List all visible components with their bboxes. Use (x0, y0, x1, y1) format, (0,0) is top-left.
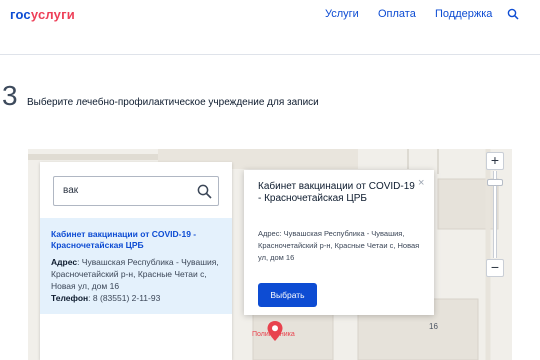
header: госуслуги Услуги Оплата Поддержка (0, 0, 540, 28)
nav-services[interactable]: Услуги (325, 8, 359, 20)
zoom-in-button[interactable]: + (486, 152, 504, 170)
header-divider (0, 54, 540, 55)
pin-label: Поликлиника (252, 331, 295, 338)
nav-payment[interactable]: Оплата (378, 8, 416, 20)
search-panel: вак Кабинет вакцинации от COVID-19 - Кра… (40, 162, 232, 360)
step-title: Выберите лечебно-профилактическое учрежд… (27, 97, 319, 108)
step-number: 3 (2, 80, 18, 111)
search-input[interactable]: вак (53, 176, 219, 206)
select-button[interactable]: Выбрать (258, 283, 317, 307)
result-title[interactable]: Кабинет вакцинации от COVID-19 - Красноч… (51, 229, 226, 251)
building-number: 16 (429, 322, 438, 331)
result-phone-value: : 8 (83551) 2-11-93 (88, 293, 161, 303)
logo-part-gos: гос (10, 7, 31, 22)
gosuslugi-logo[interactable]: госуслуги (10, 7, 75, 22)
result-address-value: : Чувашская Республика - Чувашия, Красно… (51, 257, 219, 291)
result-phone: Телефон: 8 (83551) 2-11-93 (51, 293, 160, 303)
result-address: Адрес: Чувашская Республика - Чувашия, К… (51, 256, 227, 292)
zoom-slider-handle[interactable] (487, 179, 503, 186)
search-icon[interactable] (507, 8, 519, 20)
popup-title: Кабинет вакцинации от COVID-19 - Красноч… (258, 181, 415, 204)
result-phone-label: Телефон (51, 293, 89, 303)
logo-part-uslugi: услуги (30, 7, 75, 22)
zoom-out-button[interactable]: − (486, 259, 504, 277)
result-address-label: Адрес (51, 257, 78, 267)
popup-address: Адрес: Чувашская Республика - Чувашия, К… (258, 229, 420, 262)
search-input-value: вак (63, 185, 79, 196)
search-icon[interactable] (197, 184, 212, 199)
list-item[interactable]: Кабинет вакцинации от COVID-19 - Красноч… (40, 218, 232, 314)
nav-support[interactable]: Поддержка (435, 8, 492, 20)
clinic-popup: × Кабинет вакцинации от COVID-19 - Красн… (244, 170, 434, 315)
